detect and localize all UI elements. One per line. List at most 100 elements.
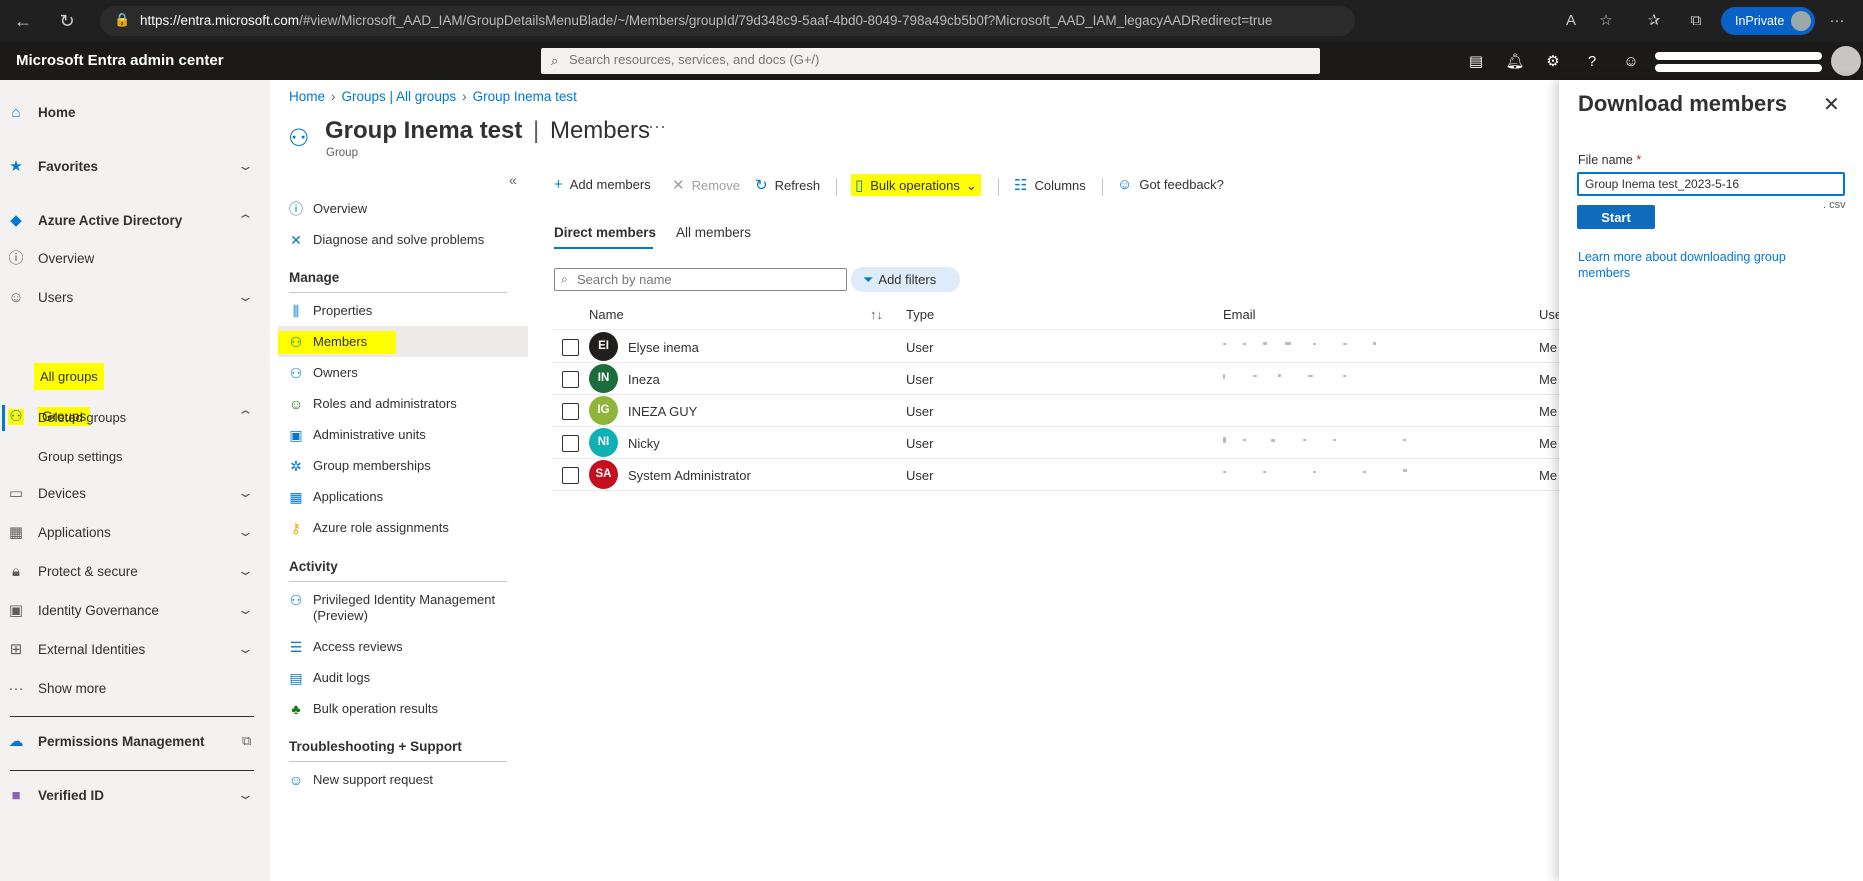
bulk-operations-button[interactable]: ▯ Bulk operations ⌄ [851, 174, 981, 196]
chevron-up-icon[interactable]: ⌃ [237, 408, 254, 424]
menu-group-memberships[interactable]: ✲ Group memberships [278, 450, 528, 481]
column-header-email[interactable]: Email [1223, 307, 1256, 322]
inprivate-badge[interactable]: InPrivate [1721, 7, 1815, 35]
start-button[interactable]: Start [1577, 205, 1655, 229]
favorite-star-icon[interactable]: ☆ [1595, 10, 1617, 32]
nav-permissions-management[interactable]: ☁ Permissions Management ⧉ [0, 723, 270, 761]
nav-devices[interactable]: ▭ Devices ⌄ [0, 475, 270, 513]
nav-overview[interactable]: ⓘ Overview [0, 240, 270, 278]
file-name-input[interactable] [1577, 172, 1845, 196]
menu-owners[interactable]: ⚇ Owners [278, 357, 528, 388]
nav-applications[interactable]: ▦ Applications ⌄ [0, 514, 270, 552]
menu-access-reviews[interactable]: ☰ Access reviews [278, 631, 528, 662]
table-row[interactable]: IN Ineza User Me [552, 363, 1560, 395]
menu-pim[interactable]: ⚇ Privileged Identity Management (Previe… [278, 584, 528, 632]
favorites-icon[interactable]: ✰ [1643, 10, 1665, 32]
more-icon[interactable]: ··· [1826, 10, 1848, 32]
nav-protect-secure[interactable]: 🔒︎ Protect & secure ⌄ [0, 553, 270, 591]
nav-identity-governance[interactable]: ▣ Identity Governance ⌄ [0, 592, 270, 630]
help-icon[interactable]: ? [1582, 52, 1602, 72]
account-tenant-redacted[interactable] [1655, 64, 1822, 72]
feedback-icon[interactable]: ☺ [1621, 52, 1641, 72]
chevron-down-icon[interactable]: ⌄ [237, 563, 254, 579]
row-checkbox[interactable] [562, 435, 579, 452]
avatar[interactable] [1831, 46, 1861, 76]
global-search[interactable]: ⌕ [541, 48, 1320, 74]
menu-admin-units[interactable]: ▣ Administrative units [278, 419, 528, 450]
nav-external-identities[interactable]: ⊞ External Identities ⌄ [0, 631, 270, 669]
feedback-button[interactable]: ☺ Got feedback? [1117, 176, 1224, 193]
remove-button[interactable]: ✕ Remove [672, 176, 740, 194]
add-members-button[interactable]: + Add members [554, 176, 651, 193]
menu-members[interactable]: ⚇ Members [278, 326, 528, 357]
tab-all-members[interactable]: All members [676, 225, 751, 240]
cloud-shell-icon[interactable]: ▤ [1466, 52, 1486, 72]
collections-icon[interactable]: ⧉ [1685, 10, 1707, 32]
nav-group-settings[interactable]: Group settings [38, 449, 123, 464]
menu-audit-logs[interactable]: ▤ Audit logs [278, 662, 528, 693]
chevron-down-icon[interactable]: ⌄ [237, 524, 254, 540]
table-row[interactable]: NI Nicky User Me [552, 427, 1560, 459]
menu-overview[interactable]: ⓘ Overview [278, 193, 528, 224]
brand-title[interactable]: Microsoft Entra admin center [16, 52, 224, 69]
close-icon[interactable]: ✕ [1823, 92, 1840, 117]
nav-azure-active-directory[interactable]: ◆ Azure Active Directory ⌃ [0, 202, 270, 240]
read-aloud-icon[interactable]: A [1560, 10, 1582, 32]
row-checkbox[interactable] [562, 371, 579, 388]
member-name[interactable]: Elyse inema [628, 340, 699, 355]
global-search-input[interactable] [569, 52, 1289, 67]
nav-favorites[interactable]: ★ Favorites ⌄ [0, 148, 270, 186]
chevron-down-icon[interactable]: ⌄ [237, 289, 254, 305]
row-checkbox[interactable] [562, 467, 579, 484]
member-name[interactable]: INEZA GUY [628, 404, 697, 419]
add-filters-button[interactable]: ⏷ Add filters [851, 267, 960, 292]
external-link-icon[interactable]: ⧉ [242, 733, 251, 749]
refresh-button[interactable]: ↻ Refresh [755, 176, 820, 194]
menu-azure-roles[interactable]: ⚷ Azure role assignments [278, 512, 528, 543]
table-row[interactable]: SA System Administrator User Me [552, 459, 1560, 491]
breadcrumb-groups[interactable]: Groups | All groups [342, 89, 457, 104]
chevron-down-icon[interactable]: ⌄ [237, 641, 254, 657]
member-name[interactable]: Nicky [628, 436, 660, 451]
member-name[interactable]: System Administrator [628, 468, 751, 483]
member-search[interactable]: ⌕ [554, 268, 847, 291]
nav-users[interactable]: ☺ Users ⌄ [0, 279, 270, 317]
address-bar[interactable]: 🔒 https://entra.microsoft.com/#view/Micr… [100, 6, 1355, 36]
reload-icon[interactable]: ↻ [56, 10, 78, 32]
nav-show-more[interactable]: ··· Show more [0, 670, 270, 708]
breadcrumb-group[interactable]: Group Inema test [473, 89, 577, 104]
menu-bulk-results[interactable]: ♣ Bulk operation results [278, 693, 528, 724]
column-header-name[interactable]: Name [589, 307, 624, 322]
nav-deleted-groups[interactable]: Deleted groups [38, 410, 126, 425]
chevron-down-icon[interactable]: ⌄ [237, 485, 254, 501]
column-header-type[interactable]: Type [906, 307, 934, 322]
breadcrumb-home[interactable]: Home [289, 89, 325, 104]
menu-diagnose[interactable]: ✕ Diagnose and solve problems [278, 224, 528, 255]
nav-verified-id[interactable]: ■ Verified ID ⌄ [0, 777, 270, 815]
nav-all-groups[interactable]: All groups [34, 363, 104, 390]
member-name[interactable]: Ineza [628, 372, 660, 387]
member-search-input[interactable] [577, 272, 837, 287]
chevron-down-icon[interactable]: ⌄ [237, 158, 254, 174]
back-icon[interactable]: ← [12, 10, 34, 32]
nav-home[interactable]: ⌂ Home [0, 94, 270, 132]
row-checkbox[interactable] [562, 339, 579, 356]
more-actions-icon[interactable]: ··· [648, 116, 666, 137]
tab-direct-members[interactable]: Direct members [554, 225, 656, 240]
table-row[interactable]: EI Elyse inema User Me [552, 331, 1560, 363]
columns-button[interactable]: ☷ Columns [1014, 176, 1086, 194]
account-name-redacted[interactable] [1655, 52, 1822, 60]
row-checkbox[interactable] [562, 403, 579, 420]
chevron-up-icon[interactable]: ⌃ [237, 212, 254, 228]
notifications-icon[interactable]: 🔔︎ [1505, 52, 1525, 72]
chevron-down-icon[interactable]: ⌄ [237, 787, 254, 803]
table-row[interactable]: IG INEZA GUY User Me [552, 395, 1560, 427]
menu-roles[interactable]: ☺ Roles and administrators [278, 388, 528, 419]
menu-properties[interactable]: ⫼ Properties [278, 295, 528, 326]
menu-new-support[interactable]: ☺ New support request [278, 764, 528, 795]
settings-gear-icon[interactable]: ⚙ [1543, 52, 1563, 72]
menu-applications[interactable]: ▦ Applications [278, 481, 528, 512]
collapse-menu-icon[interactable]: « [509, 172, 517, 188]
chevron-down-icon[interactable]: ⌄ [237, 602, 254, 618]
learn-more-link[interactable]: Learn more about downloading group membe… [1578, 249, 1818, 281]
